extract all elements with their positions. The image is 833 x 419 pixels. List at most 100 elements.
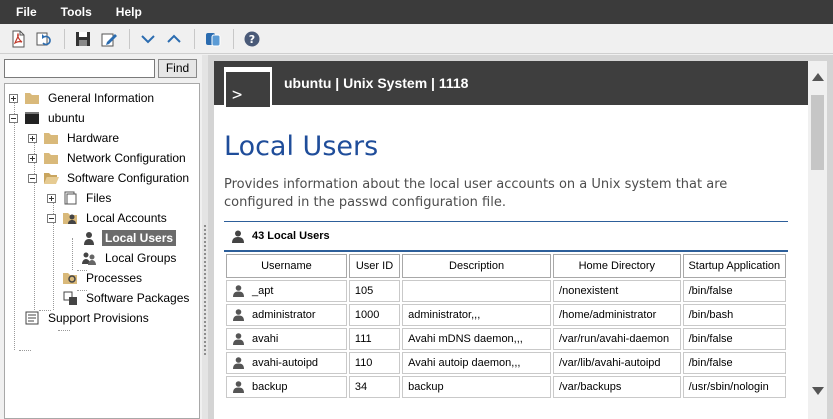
user-icon	[233, 333, 244, 345]
tree-item-label: Network Configuration	[67, 151, 186, 165]
refresh-icon[interactable]	[32, 27, 56, 51]
toolbar-separator	[129, 28, 130, 49]
user-icon	[233, 309, 244, 321]
home-directory-cell: /var/lib/avahi-autoipd	[553, 352, 681, 374]
description-cell	[402, 280, 552, 302]
expand-toggle[interactable]	[47, 193, 56, 203]
table-row[interactable]: _apt 105 /nonexistent /bin/false	[226, 280, 786, 302]
collapse-toggle[interactable]	[9, 113, 18, 123]
user-count-row: 43 Local Users	[224, 222, 788, 250]
save-icon[interactable]	[71, 27, 95, 51]
support-icon	[24, 311, 40, 325]
terminal-icon: >	[224, 67, 272, 109]
group-icon	[81, 251, 97, 265]
expand-all-icon[interactable]	[162, 27, 186, 51]
toolbar-separator	[64, 28, 65, 49]
description-cell: administrator,,,	[402, 304, 552, 326]
menu-file[interactable]: File	[4, 0, 49, 24]
tree-item-label: Local Accounts	[86, 211, 167, 225]
navigation-pane: Find General Information ubuntu Hardware	[0, 55, 202, 419]
description-cell: Avahi mDNS daemon,,,	[402, 328, 552, 350]
help-icon[interactable]: ?	[240, 27, 264, 51]
column-header-description[interactable]: Description	[402, 254, 552, 278]
tree-item-label: Local Groups	[105, 251, 177, 265]
page-title: Local Users	[224, 131, 379, 162]
tree-item-support-provisions[interactable]: Support Provisions	[24, 309, 152, 327]
home-directory-cell: /var/backups	[553, 376, 681, 398]
column-header-startup-application[interactable]: Startup Application	[682, 254, 786, 278]
user-icon	[232, 230, 244, 243]
username-text: backup	[252, 381, 288, 393]
user-folder-icon	[62, 211, 78, 225]
report-header: > ubuntu | Unix System | 1118	[214, 61, 808, 109]
tree-item-software-packages[interactable]: Software Packages	[62, 289, 192, 307]
tree-line	[19, 350, 31, 351]
home-directory-cell: /var/run/avahi-daemon	[553, 328, 681, 350]
database-icon[interactable]	[201, 27, 225, 51]
table-row[interactable]: backup 34 backup /var/backups /usr/sbin/…	[226, 376, 786, 398]
page-description: Provides information about the local use…	[224, 177, 728, 210]
tree-item-label: Support Provisions	[48, 311, 149, 325]
svg-text:?: ?	[249, 33, 255, 46]
user-id-cell: 111	[348, 328, 401, 350]
menu-help[interactable]: Help	[104, 0, 154, 24]
tree-item-local-accounts[interactable]: Local Accounts	[47, 209, 170, 227]
home-directory-cell: /home/administrator	[553, 304, 681, 326]
toolbar: ?	[0, 24, 833, 54]
terminal-prompt-glyph: >	[232, 85, 243, 105]
expand-toggle[interactable]	[9, 93, 18, 103]
tree-item-network-configuration[interactable]: Network Configuration	[28, 149, 189, 167]
column-header-user-id[interactable]: User ID	[348, 254, 401, 278]
user-id-cell: 105	[348, 280, 401, 302]
scroll-down-arrow-icon[interactable]	[812, 387, 824, 395]
tree-line	[14, 98, 15, 350]
username-cell: backup	[226, 376, 347, 398]
expand-toggle[interactable]	[28, 153, 37, 163]
toolbar-separator	[233, 28, 234, 49]
edit-icon[interactable]	[97, 27, 121, 51]
tree-item-local-groups[interactable]: Local Groups	[81, 249, 179, 267]
column-header-username[interactable]: Username	[226, 254, 347, 278]
collapse-all-icon[interactable]	[136, 27, 160, 51]
table-row[interactable]: administrator 1000 administrator,,, /hom…	[226, 304, 786, 326]
scroll-thumb[interactable]	[811, 95, 824, 170]
tree-item-hardware[interactable]: Hardware	[28, 129, 122, 147]
username-text: _apt	[252, 285, 274, 297]
tree-item-label: Software Packages	[86, 291, 190, 305]
pdf-export-icon[interactable]	[6, 27, 30, 51]
tree-item-local-users[interactable]: Local Users	[81, 229, 177, 247]
expand-toggle[interactable]	[28, 133, 37, 143]
collapse-toggle[interactable]	[47, 213, 56, 223]
description-cell: Avahi autoip daemon,,,	[402, 352, 552, 374]
table-row[interactable]: avahi-autoipd 110 Avahi autoip daemon,,,…	[226, 352, 786, 374]
collapse-toggle[interactable]	[28, 173, 37, 183]
table-row[interactable]: avahi 111 Avahi mDNS daemon,,, /var/run/…	[226, 328, 786, 350]
tree-item-software-configuration[interactable]: Software Configuration	[28, 169, 192, 187]
username-text: avahi	[252, 333, 279, 345]
user-icon	[81, 231, 97, 245]
tree-item-label: General Information	[48, 91, 155, 105]
tree-item-processes[interactable]: Processes	[62, 269, 145, 287]
toolbar-separator	[194, 28, 195, 49]
folder-icon	[24, 91, 40, 105]
startup-application-cell: /bin/bash	[682, 304, 786, 326]
startup-application-cell: /bin/false	[682, 328, 786, 350]
username-cell: _apt	[226, 280, 347, 302]
tree-item-general-information[interactable]: General Information	[9, 89, 157, 107]
menu-tools[interactable]: Tools	[49, 0, 104, 24]
column-header-home-directory[interactable]: Home Directory	[553, 254, 681, 278]
startup-application-cell: /usr/sbin/nologin	[682, 376, 786, 398]
find-button[interactable]: Find	[158, 59, 197, 78]
home-directory-cell: /nonexistent	[553, 280, 681, 302]
tree-item-label: Processes	[86, 271, 143, 285]
scroll-up-arrow-icon[interactable]	[812, 73, 824, 81]
search-input[interactable]	[4, 59, 155, 78]
files-icon	[62, 191, 78, 205]
username-text: administrator	[252, 309, 316, 321]
tree-item-ubuntu[interactable]: ubuntu	[9, 109, 88, 127]
vertical-scrollbar[interactable]	[808, 61, 827, 419]
user-id-cell: 1000	[348, 304, 401, 326]
tree-item-files[interactable]: Files	[47, 189, 114, 207]
startup-application-cell: /bin/false	[682, 352, 786, 374]
terminal-icon	[24, 111, 40, 125]
